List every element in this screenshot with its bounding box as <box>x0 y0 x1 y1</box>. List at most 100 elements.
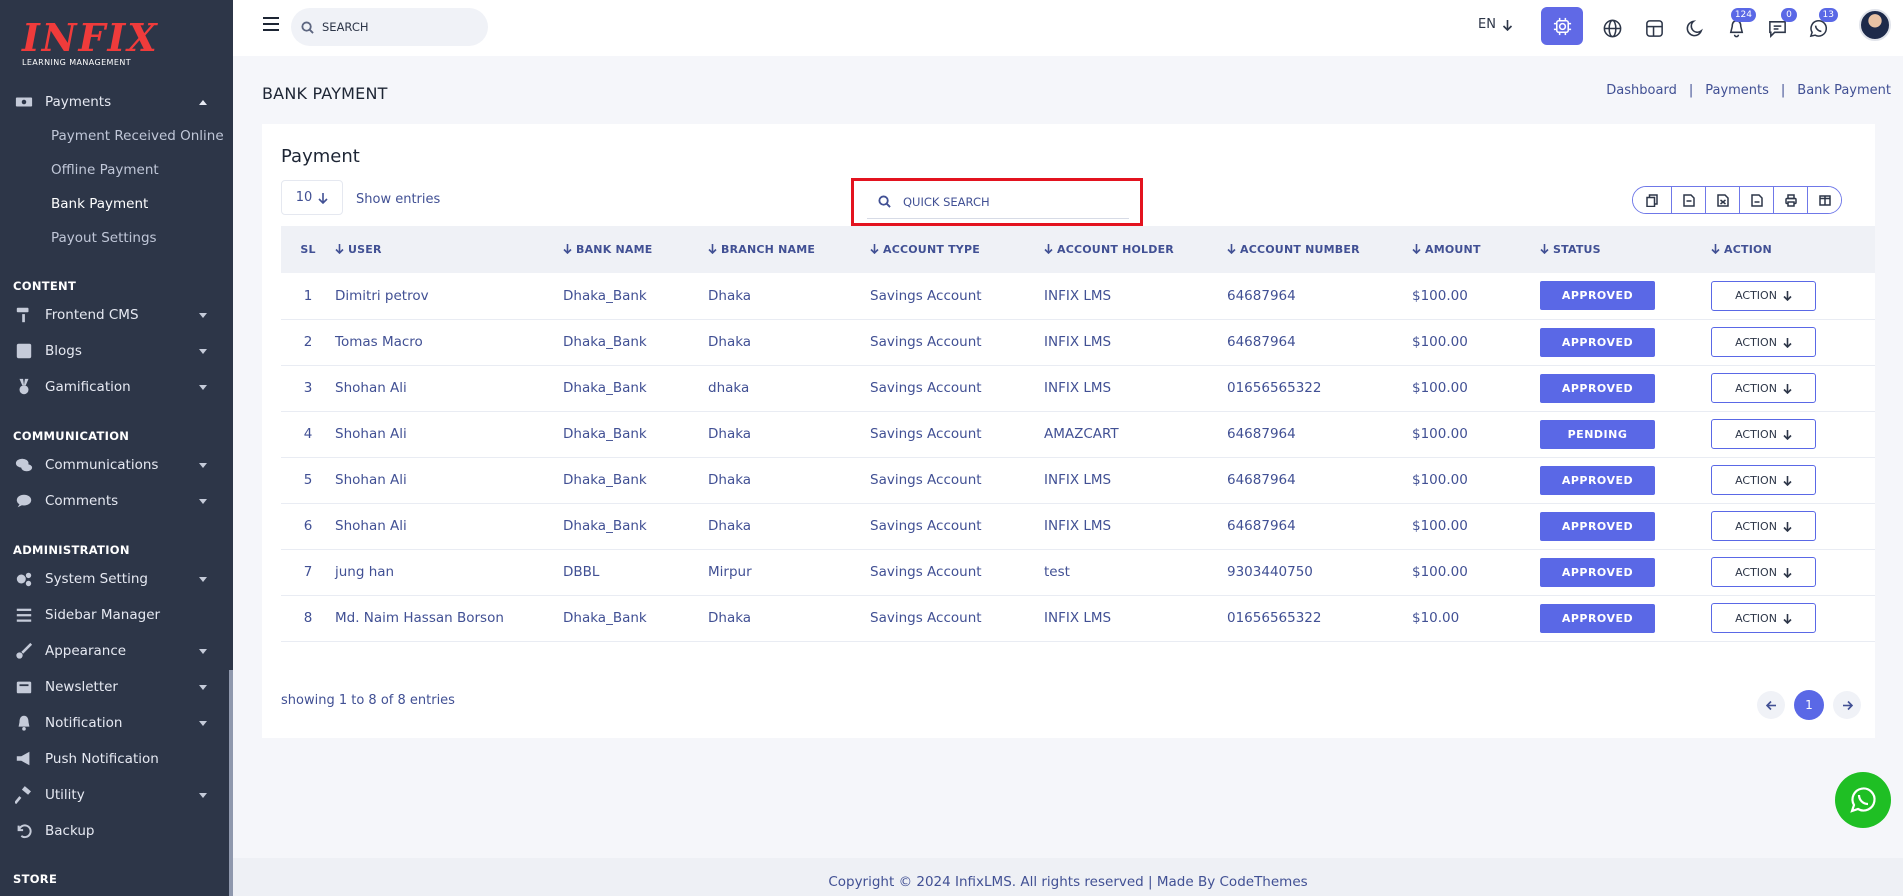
action-dropdown-button[interactable]: ACTION <box>1711 603 1816 633</box>
action-dropdown-button[interactable]: ACTION <box>1711 557 1816 587</box>
caret-down-icon <box>199 649 207 654</box>
dark-mode-button[interactable] <box>1677 10 1713 46</box>
sidebar-item-payments[interactable]: Payments <box>0 87 229 117</box>
sidebar-sub-payout-settings[interactable]: Payout Settings <box>51 230 157 246</box>
arrow-down-icon <box>1783 337 1792 348</box>
action-dropdown-button[interactable]: ACTION <box>1711 373 1816 403</box>
breadcrumb: Dashboard | Payments | Bank Payment <box>1606 83 1891 98</box>
action-dropdown-button[interactable]: ACTION <box>1711 511 1816 541</box>
copy-button[interactable] <box>1633 187 1671 213</box>
arrow-down-icon <box>1783 383 1792 394</box>
column-header-amount[interactable]: AMOUNT <box>1412 226 1540 273</box>
arrow-down-icon <box>1783 291 1792 302</box>
csv-button[interactable] <box>1671 187 1705 213</box>
column-header-status[interactable]: STATUS <box>1540 226 1711 273</box>
cpu-icon-button[interactable] <box>1541 7 1583 45</box>
column-header-action[interactable]: ACTION <box>1711 226 1875 273</box>
sidebar-item-newsletter[interactable]: Newsletter <box>0 672 229 702</box>
prev-page-button[interactable] <box>1757 691 1785 719</box>
row-status-cell: APPROVED <box>1540 365 1711 412</box>
quick-search[interactable] <box>867 185 1129 219</box>
pdf-button[interactable] <box>1739 187 1773 213</box>
table-row: 2 Tomas Macro Dhaka_Bank Dhaka Savings Accou… <box>281 319 1875 366</box>
column-header-user[interactable]: USER <box>335 226 563 273</box>
logo[interactable]: INFIX LEARNING MANAGEMENT <box>22 18 159 68</box>
row-user: Tomas Macro <box>335 319 563 366</box>
status-badge[interactable]: APPROVED <box>1540 511 1655 541</box>
print-button[interactable] <box>1773 187 1807 213</box>
column-header-sl[interactable]: SL <box>281 226 335 273</box>
action-label: ACTION <box>1735 289 1777 303</box>
column-header-account-type[interactable]: ACCOUNT TYPE <box>870 226 1044 273</box>
entries-select[interactable]: 10 <box>281 180 343 215</box>
entries-value: 10 <box>295 190 313 205</box>
gears-icon <box>13 570 35 588</box>
row-status-cell: APPROVED <box>1540 503 1711 550</box>
action-dropdown-button[interactable]: ACTION <box>1711 465 1816 495</box>
status-badge[interactable]: APPROVED <box>1540 327 1655 357</box>
sidebar-sub-payment-received-online[interactable]: Payment Received Online <box>51 128 224 144</box>
whatsapp-header-button[interactable]: 13 <box>1800 8 1838 46</box>
sidebar-sub-offline-payment[interactable]: Offline Payment <box>51 162 159 178</box>
sidebar-item-comments[interactable]: Comments <box>0 486 229 516</box>
status-badge[interactable]: APPROVED <box>1540 281 1655 311</box>
status-badge[interactable]: APPROVED <box>1540 557 1655 587</box>
sidebar-item-utility[interactable]: Utility <box>0 780 229 810</box>
breadcrumb-dashboard[interactable]: Dashboard <box>1606 83 1677 98</box>
globe-icon-button[interactable] <box>1594 10 1630 46</box>
action-dropdown-button[interactable]: ACTION <box>1711 419 1816 449</box>
table-row: 5 Shohan Ali Dhaka_Bank Dhaka Savings Accoun… <box>281 457 1875 504</box>
quick-search-input[interactable] <box>903 194 1103 209</box>
breadcrumb-payments[interactable]: Payments <box>1705 83 1769 98</box>
sidebar-item-communications[interactable]: Communications <box>0 450 229 480</box>
sidebar-item-sidebar-manager[interactable]: Sidebar Manager <box>0 600 229 630</box>
row-account-holder: INFIX LMS <box>1044 319 1227 366</box>
column-header-account-holder[interactable]: ACCOUNT HOLDER <box>1044 226 1227 273</box>
user-avatar[interactable] <box>1859 9 1891 41</box>
arrow-down-icon <box>1783 429 1792 440</box>
header-search[interactable] <box>291 8 488 46</box>
excel-button[interactable] <box>1705 187 1739 213</box>
column-header-bank-name[interactable]: BANK NAME <box>563 226 708 273</box>
action-dropdown-button[interactable]: ACTION <box>1711 327 1816 357</box>
status-badge[interactable]: APPROVED <box>1540 373 1655 403</box>
action-dropdown-button[interactable]: ACTION <box>1711 280 1816 311</box>
columns-button[interactable] <box>1807 187 1841 213</box>
notification-count-badge: 124 <box>1730 8 1756 22</box>
whatsapp-floating-button[interactable] <box>1835 772 1891 828</box>
page-button-current[interactable]: 1 <box>1794 690 1824 720</box>
caret-down-icon <box>199 721 207 726</box>
row-amount: $100.00 <box>1412 411 1540 458</box>
sidebar-item-backup[interactable]: Backup <box>0 816 229 846</box>
sidebar-item-push-notification[interactable]: Push Notification <box>0 744 229 774</box>
row-branch-name: Dhaka <box>708 273 870 320</box>
sidebar-item-blogs[interactable]: Blogs <box>0 336 229 366</box>
sidebar-item-frontend-cms[interactable]: Frontend CMS <box>0 300 229 330</box>
messages-button[interactable]: 0 <box>1759 8 1797 46</box>
status-badge[interactable]: APPROVED <box>1540 465 1655 495</box>
pdf-icon <box>1750 193 1763 207</box>
row-account-number: 9303440750 <box>1227 549 1412 596</box>
sidebar-item-gamification[interactable]: Gamification <box>0 372 229 402</box>
status-badge[interactable]: PENDING <box>1540 419 1655 449</box>
next-page-button[interactable] <box>1833 691 1861 719</box>
sidebar-item-label: Communications <box>45 457 159 473</box>
notifications-button[interactable]: 124 <box>1718 8 1756 46</box>
sidebar-item-notification[interactable]: Notification <box>0 708 229 738</box>
column-header-branch-name[interactable]: BRANCH NAME <box>708 226 870 273</box>
sidebar-item-appearance[interactable]: Appearance <box>0 636 229 666</box>
column-header-account-number[interactable]: ACCOUNT NUMBER <box>1227 226 1412 273</box>
sidebar-item-system-setting[interactable]: System Setting <box>0 564 229 594</box>
sidebar-item-label: Blogs <box>45 343 82 359</box>
row-branch-name: Dhaka <box>708 319 870 366</box>
layout-icon-button[interactable] <box>1636 10 1672 46</box>
row-branch-name: dhaka <box>708 365 870 412</box>
globe-icon <box>1603 19 1621 37</box>
sidebar-item-label: Appearance <box>45 643 127 659</box>
status-badge[interactable]: APPROVED <box>1540 603 1655 633</box>
sidebar-sub-bank-payment[interactable]: Bank Payment <box>51 196 148 212</box>
language-selector[interactable]: EN <box>1478 17 1513 32</box>
header-search-input[interactable] <box>322 20 462 34</box>
menu-toggle-icon[interactable] <box>263 17 279 31</box>
breadcrumb-bank-payment[interactable]: Bank Payment <box>1797 83 1891 98</box>
